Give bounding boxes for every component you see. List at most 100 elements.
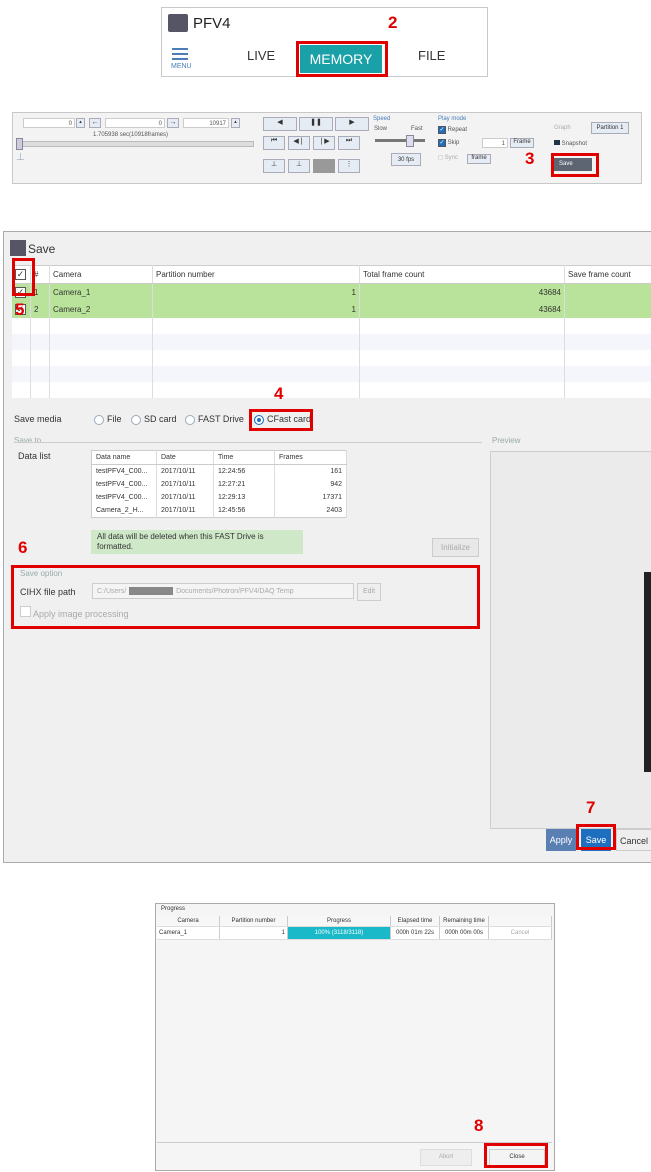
skip-value-field[interactable]: 1 xyxy=(482,138,508,148)
arrow-right-icon[interactable]: → xyxy=(167,118,179,128)
highlight-save-option xyxy=(11,565,480,629)
skip-unit-select[interactable]: Frame xyxy=(510,138,534,148)
cell-frames: 2403 xyxy=(274,504,347,518)
play-mode-label: Play mode xyxy=(438,116,467,122)
row-total: 43684 xyxy=(359,301,565,318)
col-remaining: Remaining time xyxy=(439,916,489,927)
col-save-count: Save frame count xyxy=(564,265,651,284)
col-frames: Frames xyxy=(274,450,347,465)
play-reverse-icon[interactable]: ◀ xyxy=(263,117,297,131)
save-dialog: Save ✓ # Camera Partition number Total f… xyxy=(3,231,651,863)
col-camera: Camera xyxy=(157,916,220,927)
speed-label: Speed xyxy=(373,116,391,122)
duration-text: 1.705938 sec(10918frames) xyxy=(93,132,169,138)
row-index: 2 xyxy=(30,301,50,318)
media-option-file[interactable]: File xyxy=(94,414,122,425)
media-option-label: File xyxy=(107,414,122,424)
divider xyxy=(14,442,482,443)
start-frame-field[interactable]: 0 xyxy=(23,118,75,128)
end-frame-spinner[interactable]: ▴ xyxy=(231,118,240,128)
data-list-label: Data list xyxy=(18,451,51,461)
apply-button[interactable]: Apply xyxy=(546,829,576,851)
highlight-dialog-save xyxy=(576,824,616,850)
cell-time: 12:24:56 xyxy=(213,464,275,478)
sync-checkbox[interactable]: ◻ Sync xyxy=(438,154,458,161)
progress-bar: 100% (3118/3118) xyxy=(288,927,390,939)
cell-partition: 1 xyxy=(219,926,288,940)
table-row[interactable]: ✓ 2 Camera_2 1 43684 xyxy=(12,301,651,318)
set-start-icon[interactable]: ⊥ xyxy=(263,159,285,173)
pause-icon[interactable]: ❚❚ xyxy=(299,117,333,131)
tab-live[interactable]: LIVE xyxy=(247,48,275,63)
play-forward-icon[interactable]: ▶ xyxy=(335,117,369,131)
slow-label: Slow xyxy=(374,126,388,132)
col-camera: Camera xyxy=(49,265,153,284)
speed-slider[interactable] xyxy=(375,139,425,142)
start-frame-spinner[interactable]: ▴ xyxy=(76,118,85,128)
row-partition: 1 xyxy=(152,301,360,318)
cell-time: 12:29:13 xyxy=(213,491,275,504)
menu-label[interactable]: MENU xyxy=(171,63,192,70)
media-option-fast-drive[interactable]: FAST Drive xyxy=(185,414,244,425)
cell-frames: 161 xyxy=(274,464,347,478)
fps-select[interactable]: 30 fps xyxy=(391,153,421,166)
row-partition: 1 xyxy=(152,283,360,301)
cancel-button[interactable]: Cancel xyxy=(616,829,651,851)
table-row[interactable]: ✓ 1 Camera_1 1 43684 xyxy=(12,283,651,301)
tab-file[interactable]: FILE xyxy=(418,48,445,63)
media-option-sd-card[interactable]: SD card xyxy=(131,414,177,425)
end-frame-field[interactable]: 10917 xyxy=(183,118,229,128)
media-option-label: FAST Drive xyxy=(198,414,244,424)
timeline-slider[interactable] xyxy=(16,141,254,147)
initialize-button[interactable]: Initialize xyxy=(432,538,479,557)
speed-slider-handle[interactable] xyxy=(406,135,414,147)
skip-checkbox[interactable]: ✓ Skip xyxy=(438,139,459,147)
format-notice: All data will be deleted when this FAST … xyxy=(91,530,303,554)
highlight-close xyxy=(484,1143,548,1168)
marker-spinner[interactable]: ⋮ xyxy=(338,159,360,173)
row-save-count xyxy=(564,283,651,301)
table-row: Camera_1 1 100% (3118/3118) 000h 01m 22s… xyxy=(157,926,552,940)
cell-camera: Camera_1 xyxy=(157,926,220,940)
abort-button[interactable]: Abort xyxy=(420,1149,472,1166)
set-end-icon[interactable]: ⊥ xyxy=(288,159,310,173)
timeline-handle[interactable] xyxy=(16,138,23,150)
list-item[interactable]: testPFV4_C00... 2017/10/11 12:27:21 942 xyxy=(91,478,347,491)
go-start-icon[interactable]: ⏮ xyxy=(263,136,285,150)
sync-label: Sync xyxy=(444,155,458,161)
highlight-camera-checkboxes xyxy=(12,258,35,296)
arrow-left-icon[interactable]: ← xyxy=(89,118,101,128)
marker-slot xyxy=(313,159,335,173)
list-item[interactable]: testPFV4_C00... 2017/10/11 12:29:13 17371 xyxy=(91,491,347,504)
camera-table: ✓ # Camera Partition number Total frame … xyxy=(12,265,651,398)
empty-row xyxy=(12,318,651,334)
cell-frames: 942 xyxy=(274,478,347,491)
sync-unit-select[interactable]: frame xyxy=(467,154,491,164)
cell-time: 12:45:56 xyxy=(213,504,275,518)
empty-row xyxy=(12,334,651,350)
partition-select[interactable]: Partition 1 xyxy=(591,122,629,134)
list-item[interactable]: testPFV4_C00... 2017/10/11 12:24:56 161 xyxy=(91,464,347,478)
step-label: 7 xyxy=(586,798,596,817)
graph-button[interactable]: Graph xyxy=(554,125,571,131)
col-date: Date xyxy=(156,450,214,465)
data-list-header: Data name Date Time Frames xyxy=(91,450,347,465)
step-forward-icon[interactable]: ❘▶ xyxy=(313,136,335,150)
trigger-marker-icon: ⊥ xyxy=(16,152,25,163)
repeat-checkbox[interactable]: ✓ Repeat xyxy=(438,126,467,134)
cell-elapsed: 000h 01m 22s xyxy=(390,926,440,940)
snapshot-button[interactable]: Snapshot xyxy=(554,140,587,147)
app-logo xyxy=(168,14,188,32)
list-item[interactable]: Camera_2_H... 2017/10/11 12:45:56 2403 xyxy=(91,504,347,518)
step-label: 8 xyxy=(474,1116,484,1135)
step-back-icon[interactable]: ◀❘ xyxy=(288,136,310,150)
go-end-icon[interactable]: ⏭ xyxy=(338,136,360,150)
data-list-table: Data name Date Time Frames testPFV4_C00.… xyxy=(91,450,347,518)
current-frame-field[interactable]: 0 xyxy=(105,118,165,128)
step-label: 4 xyxy=(274,384,284,403)
progress-bar-cell: 100% (3118/3118) xyxy=(287,926,391,940)
progress-header: Camera Partition number Progress Elapsed… xyxy=(157,916,552,927)
row-camera: Camera_1 xyxy=(49,283,153,301)
menu-icon[interactable] xyxy=(172,48,188,63)
row-cancel-button[interactable]: Cancel xyxy=(488,926,552,940)
